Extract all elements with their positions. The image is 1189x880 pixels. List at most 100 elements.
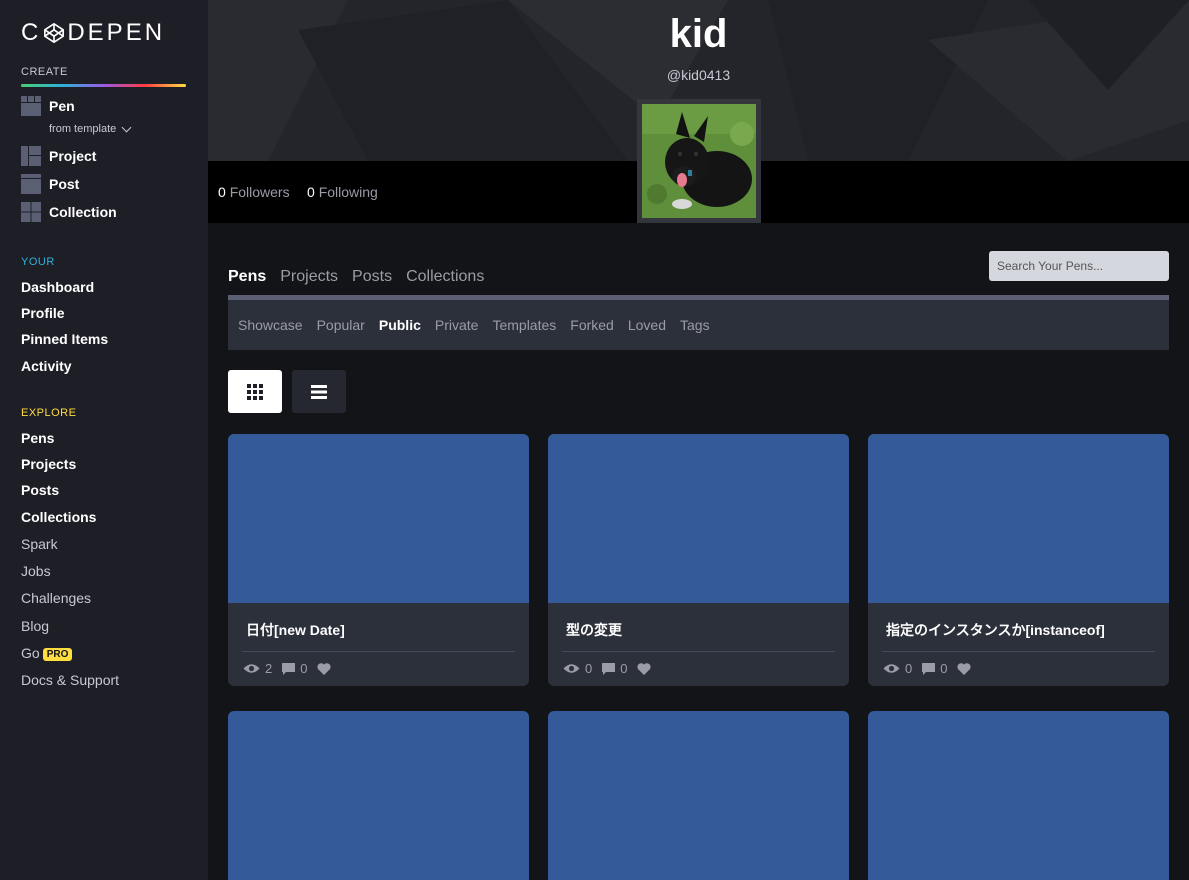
from-template-dropdown[interactable]: from template <box>49 122 132 135</box>
go-label: Go <box>21 645 40 661</box>
chevron-down-icon <box>121 122 132 132</box>
comments-stat[interactable]: 0 <box>282 661 307 676</box>
codepen-cube-icon <box>44 23 65 43</box>
eye-icon <box>883 664 900 673</box>
pen-title[interactable]: 日付[new Date] <box>246 620 345 640</box>
tab-projects[interactable]: Projects <box>280 268 338 286</box>
create-post-label: Post <box>49 176 80 192</box>
subtab-loved[interactable]: Loved <box>628 317 666 333</box>
grid-icon <box>247 383 263 400</box>
following-link[interactable]: 0 Following <box>307 184 378 200</box>
pen-card[interactable] <box>868 711 1169 880</box>
pen-card[interactable]: 型の変更 0 0 <box>548 434 849 686</box>
comments-count: 0 <box>300 661 308 676</box>
pen-grid-icon <box>21 96 41 116</box>
views-stat[interactable]: 0 <box>563 661 592 676</box>
pen-preview[interactable] <box>868 711 1169 880</box>
nav-pinned-items[interactable]: Pinned Items <box>21 331 108 347</box>
followers-label: Followers <box>229 184 290 200</box>
pen-title[interactable]: 型の変更 <box>566 620 622 640</box>
subtab-popular[interactable]: Popular <box>317 317 365 333</box>
eye-icon <box>563 664 580 673</box>
your-section-label: YOUR <box>21 256 55 268</box>
list-icon <box>311 384 327 399</box>
love-button[interactable] <box>957 662 976 675</box>
logo-text-left: C <box>21 19 42 46</box>
subtab-private[interactable]: Private <box>435 317 479 333</box>
pen-preview[interactable] <box>548 434 849 603</box>
create-collection-button[interactable]: Collection <box>21 202 117 222</box>
pen-card[interactable] <box>548 711 849 880</box>
profile-name: kid <box>669 12 728 56</box>
pen-card[interactable] <box>228 711 529 880</box>
app: C DEPEN CREATE Pen from template Project… <box>0 0 1189 880</box>
card-divider <box>882 651 1155 652</box>
nav-profile[interactable]: Profile <box>21 305 65 321</box>
logo-text-right: DEPEN <box>67 19 166 46</box>
comment-icon <box>282 662 296 675</box>
tab-collections[interactable]: Collections <box>406 268 484 286</box>
create-divider <box>21 84 186 87</box>
heart-icon <box>317 662 332 675</box>
heart-icon <box>637 662 652 675</box>
pen-preview[interactable] <box>548 711 849 880</box>
following-label: Following <box>318 184 378 200</box>
sidebar: C DEPEN CREATE Pen from template Project… <box>0 0 208 880</box>
tab-pens[interactable]: Pens <box>228 268 266 286</box>
create-pen-button[interactable]: Pen <box>21 96 75 116</box>
nav-go-pro[interactable]: Go PRO <box>21 645 73 661</box>
subtab-forked[interactable]: Forked <box>570 317 614 333</box>
pen-stats: 0 0 <box>563 661 666 676</box>
following-count: 0 <box>307 184 315 200</box>
views-stat[interactable]: 2 <box>243 661 272 676</box>
card-divider <box>562 651 835 652</box>
nav-challenges[interactable]: Challenges <box>21 590 91 606</box>
collection-icon <box>21 202 41 222</box>
subtab-public[interactable]: Public <box>379 317 421 333</box>
avatar[interactable] <box>637 99 761 223</box>
heart-icon <box>957 662 972 675</box>
followers-link[interactable]: 0 Followers <box>218 184 290 200</box>
nav-spark[interactable]: Spark <box>21 536 58 552</box>
views-stat[interactable]: 0 <box>883 661 912 676</box>
nav-blog[interactable]: Blog <box>21 618 49 634</box>
nav-explore-projects[interactable]: Projects <box>21 456 76 472</box>
subtab-tags[interactable]: Tags <box>680 317 710 333</box>
nav-activity[interactable]: Activity <box>21 358 72 374</box>
nav-explore-pens[interactable]: Pens <box>21 430 54 446</box>
nav-docs-support[interactable]: Docs & Support <box>21 672 119 688</box>
create-section-label: CREATE <box>21 66 68 78</box>
pen-card[interactable]: 日付[new Date] 2 0 <box>228 434 529 686</box>
pen-preview[interactable] <box>228 711 529 880</box>
comment-icon <box>922 662 936 675</box>
comment-icon <box>602 662 616 675</box>
create-project-button[interactable]: Project <box>21 146 96 166</box>
search-pens-input[interactable] <box>989 251 1169 281</box>
create-pen-label: Pen <box>49 98 75 114</box>
pen-card[interactable]: 指定のインスタンスか[instanceof] 0 0 <box>868 434 1169 686</box>
nav-explore-posts[interactable]: Posts <box>21 482 59 498</box>
pen-preview[interactable] <box>228 434 529 603</box>
comments-stat[interactable]: 0 <box>602 661 627 676</box>
card-divider <box>242 651 515 652</box>
dog-photo-icon <box>642 104 756 218</box>
comments-stat[interactable]: 0 <box>922 661 947 676</box>
nav-dashboard[interactable]: Dashboard <box>21 279 94 295</box>
create-collection-label: Collection <box>49 204 117 220</box>
project-icon <box>21 146 41 166</box>
tab-posts[interactable]: Posts <box>352 268 392 286</box>
love-button[interactable] <box>317 662 336 675</box>
subtab-showcase[interactable]: Showcase <box>238 317 303 333</box>
pen-preview[interactable] <box>868 434 1169 603</box>
views-count: 0 <box>585 661 593 676</box>
create-post-button[interactable]: Post <box>21 174 79 194</box>
subtab-templates[interactable]: Templates <box>492 317 556 333</box>
nav-explore-collections[interactable]: Collections <box>21 509 96 525</box>
nav-jobs[interactable]: Jobs <box>21 563 51 579</box>
grid-view-button[interactable] <box>228 370 282 413</box>
eye-icon <box>243 664 260 673</box>
love-button[interactable] <box>637 662 656 675</box>
list-view-button[interactable] <box>292 370 346 413</box>
codepen-logo[interactable]: C DEPEN <box>21 19 166 46</box>
pen-title[interactable]: 指定のインスタンスか[instanceof] <box>886 620 1105 640</box>
